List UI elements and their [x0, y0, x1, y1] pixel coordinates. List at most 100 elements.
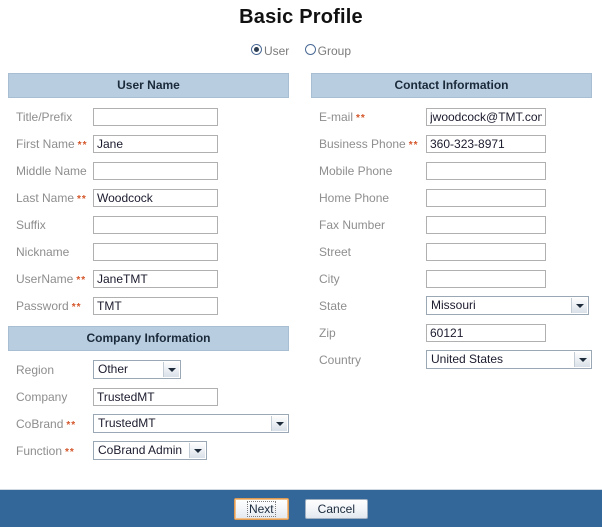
required-marker: **	[77, 193, 87, 205]
select-function[interactable]: CoBrand Admin	[93, 441, 207, 460]
label-email-text: E-mail	[319, 109, 354, 124]
form-row-first-name: First Name **	[8, 130, 289, 157]
form-row-last-name: Last Name **	[8, 184, 289, 211]
label-mobile-phone: Mobile Phone	[311, 164, 426, 178]
label-city-text: City	[319, 271, 340, 286]
label-cobrand: CoBrand **	[8, 417, 93, 431]
form-row-city: City	[311, 265, 592, 292]
label-password: Password **	[8, 299, 93, 313]
input-city[interactable]	[426, 269, 546, 288]
input-first-name[interactable]	[93, 134, 218, 153]
label-title-prefix-text: Title/Prefix	[16, 109, 73, 124]
form-row-street: Street	[311, 238, 592, 265]
select-state-value: Missouri	[431, 298, 476, 312]
select-cobrand-value: TrustedMT	[98, 416, 156, 430]
input-nickname[interactable]	[93, 242, 218, 261]
label-city: City	[311, 272, 426, 286]
label-password-text: Password	[16, 298, 69, 313]
input-street[interactable]	[426, 242, 546, 261]
radio-group-icon[interactable]	[304, 44, 316, 56]
input-title-prefix[interactable]	[93, 107, 218, 126]
label-last-name: Last Name **	[8, 191, 93, 205]
next-button-label: Next	[246, 500, 276, 517]
form-row-password: Password **	[8, 292, 289, 319]
entity-type-radio-group: User Group	[0, 43, 602, 61]
label-username: UserName **	[8, 272, 93, 286]
label-suffix-text: Suffix	[16, 217, 46, 232]
input-middle-name[interactable]	[93, 161, 218, 180]
label-nickname-text: Nickname	[16, 244, 70, 259]
select-country-value: United States	[431, 352, 504, 366]
label-fax-number: Fax Number	[311, 218, 426, 232]
label-first-name-text: First Name	[16, 136, 75, 151]
label-nickname: Nickname	[8, 245, 93, 259]
input-email[interactable]	[426, 107, 546, 126]
chevron-down-icon[interactable]	[271, 416, 287, 431]
label-middle-name-text: Middle Name	[16, 163, 87, 178]
form-row-title-prefix: Title/Prefix	[8, 103, 289, 130]
select-country[interactable]: United States	[426, 350, 592, 369]
form-row-country: Country United States	[311, 346, 592, 373]
footer-action-bar: Next Cancel	[0, 489, 602, 527]
select-state[interactable]: Missouri	[426, 296, 589, 315]
required-marker: **	[71, 301, 82, 313]
label-function-text: Function	[16, 443, 63, 458]
label-cobrand-text: CoBrand	[16, 416, 64, 431]
chevron-down-icon[interactable]	[574, 352, 590, 367]
chevron-down-icon[interactable]	[163, 362, 179, 377]
label-title-prefix: Title/Prefix	[8, 110, 93, 124]
label-last-name-text: Last Name	[16, 190, 75, 205]
input-username[interactable]	[93, 269, 218, 288]
input-company[interactable]	[93, 387, 218, 406]
form-row-email: E-mail **	[311, 103, 592, 130]
form-row-state: State Missouri	[311, 292, 592, 319]
input-password[interactable]	[93, 296, 218, 315]
label-email: E-mail **	[311, 110, 426, 124]
radio-option-user[interactable]: User	[250, 43, 289, 58]
label-mobile-phone-text: Mobile Phone	[319, 163, 393, 178]
required-marker: **	[66, 419, 77, 431]
select-region[interactable]: Other	[93, 360, 181, 379]
input-home-phone[interactable]	[426, 188, 546, 207]
required-marker: **	[408, 139, 419, 151]
label-state: State	[311, 299, 426, 313]
required-marker: **	[65, 446, 75, 458]
input-mobile-phone[interactable]	[426, 161, 546, 180]
label-street-text: Street	[319, 244, 352, 259]
label-home-phone: Home Phone	[311, 191, 426, 205]
form-row-fax-number: Fax Number	[311, 211, 592, 238]
input-business-phone[interactable]	[426, 134, 546, 153]
input-suffix[interactable]	[93, 215, 218, 234]
required-marker: **	[76, 274, 87, 286]
next-button[interactable]: Next	[233, 497, 289, 520]
form-row-home-phone: Home Phone	[311, 184, 592, 211]
radio-user-icon[interactable]	[250, 44, 262, 56]
radio-option-group[interactable]: Group	[304, 43, 351, 58]
label-business-phone: Business Phone **	[311, 137, 426, 151]
form-row-function: Function ** CoBrand Admin	[8, 437, 289, 464]
label-function: Function **	[8, 444, 93, 458]
label-zip: Zip	[311, 326, 426, 340]
label-region: Region	[8, 363, 93, 377]
required-marker: **	[356, 112, 366, 124]
select-cobrand[interactable]: TrustedMT	[93, 414, 289, 433]
input-zip[interactable]	[426, 323, 546, 342]
required-marker: **	[77, 139, 88, 151]
chevron-down-icon[interactable]	[571, 298, 587, 313]
form-row-suffix: Suffix	[8, 211, 289, 238]
input-fax-number[interactable]	[426, 215, 546, 234]
label-business-phone-text: Business Phone	[319, 136, 406, 151]
label-region-text: Region	[16, 362, 55, 377]
label-first-name: First Name **	[8, 137, 93, 151]
chevron-down-icon[interactable]	[189, 443, 205, 458]
label-state-text: State	[319, 298, 348, 313]
cancel-button[interactable]: Cancel	[304, 498, 369, 519]
label-zip-text: Zip	[319, 325, 336, 340]
section-header-contact-information: Contact Information	[311, 73, 592, 98]
right-column: Contact Information E-mail** Business Ph…	[311, 73, 592, 373]
input-last-name[interactable]	[93, 188, 218, 207]
label-company: Company	[8, 390, 93, 404]
form-row-mobile-phone: Mobile Phone	[311, 157, 592, 184]
form-row-region: Region Other	[8, 356, 289, 383]
label-country: Country	[311, 353, 426, 367]
